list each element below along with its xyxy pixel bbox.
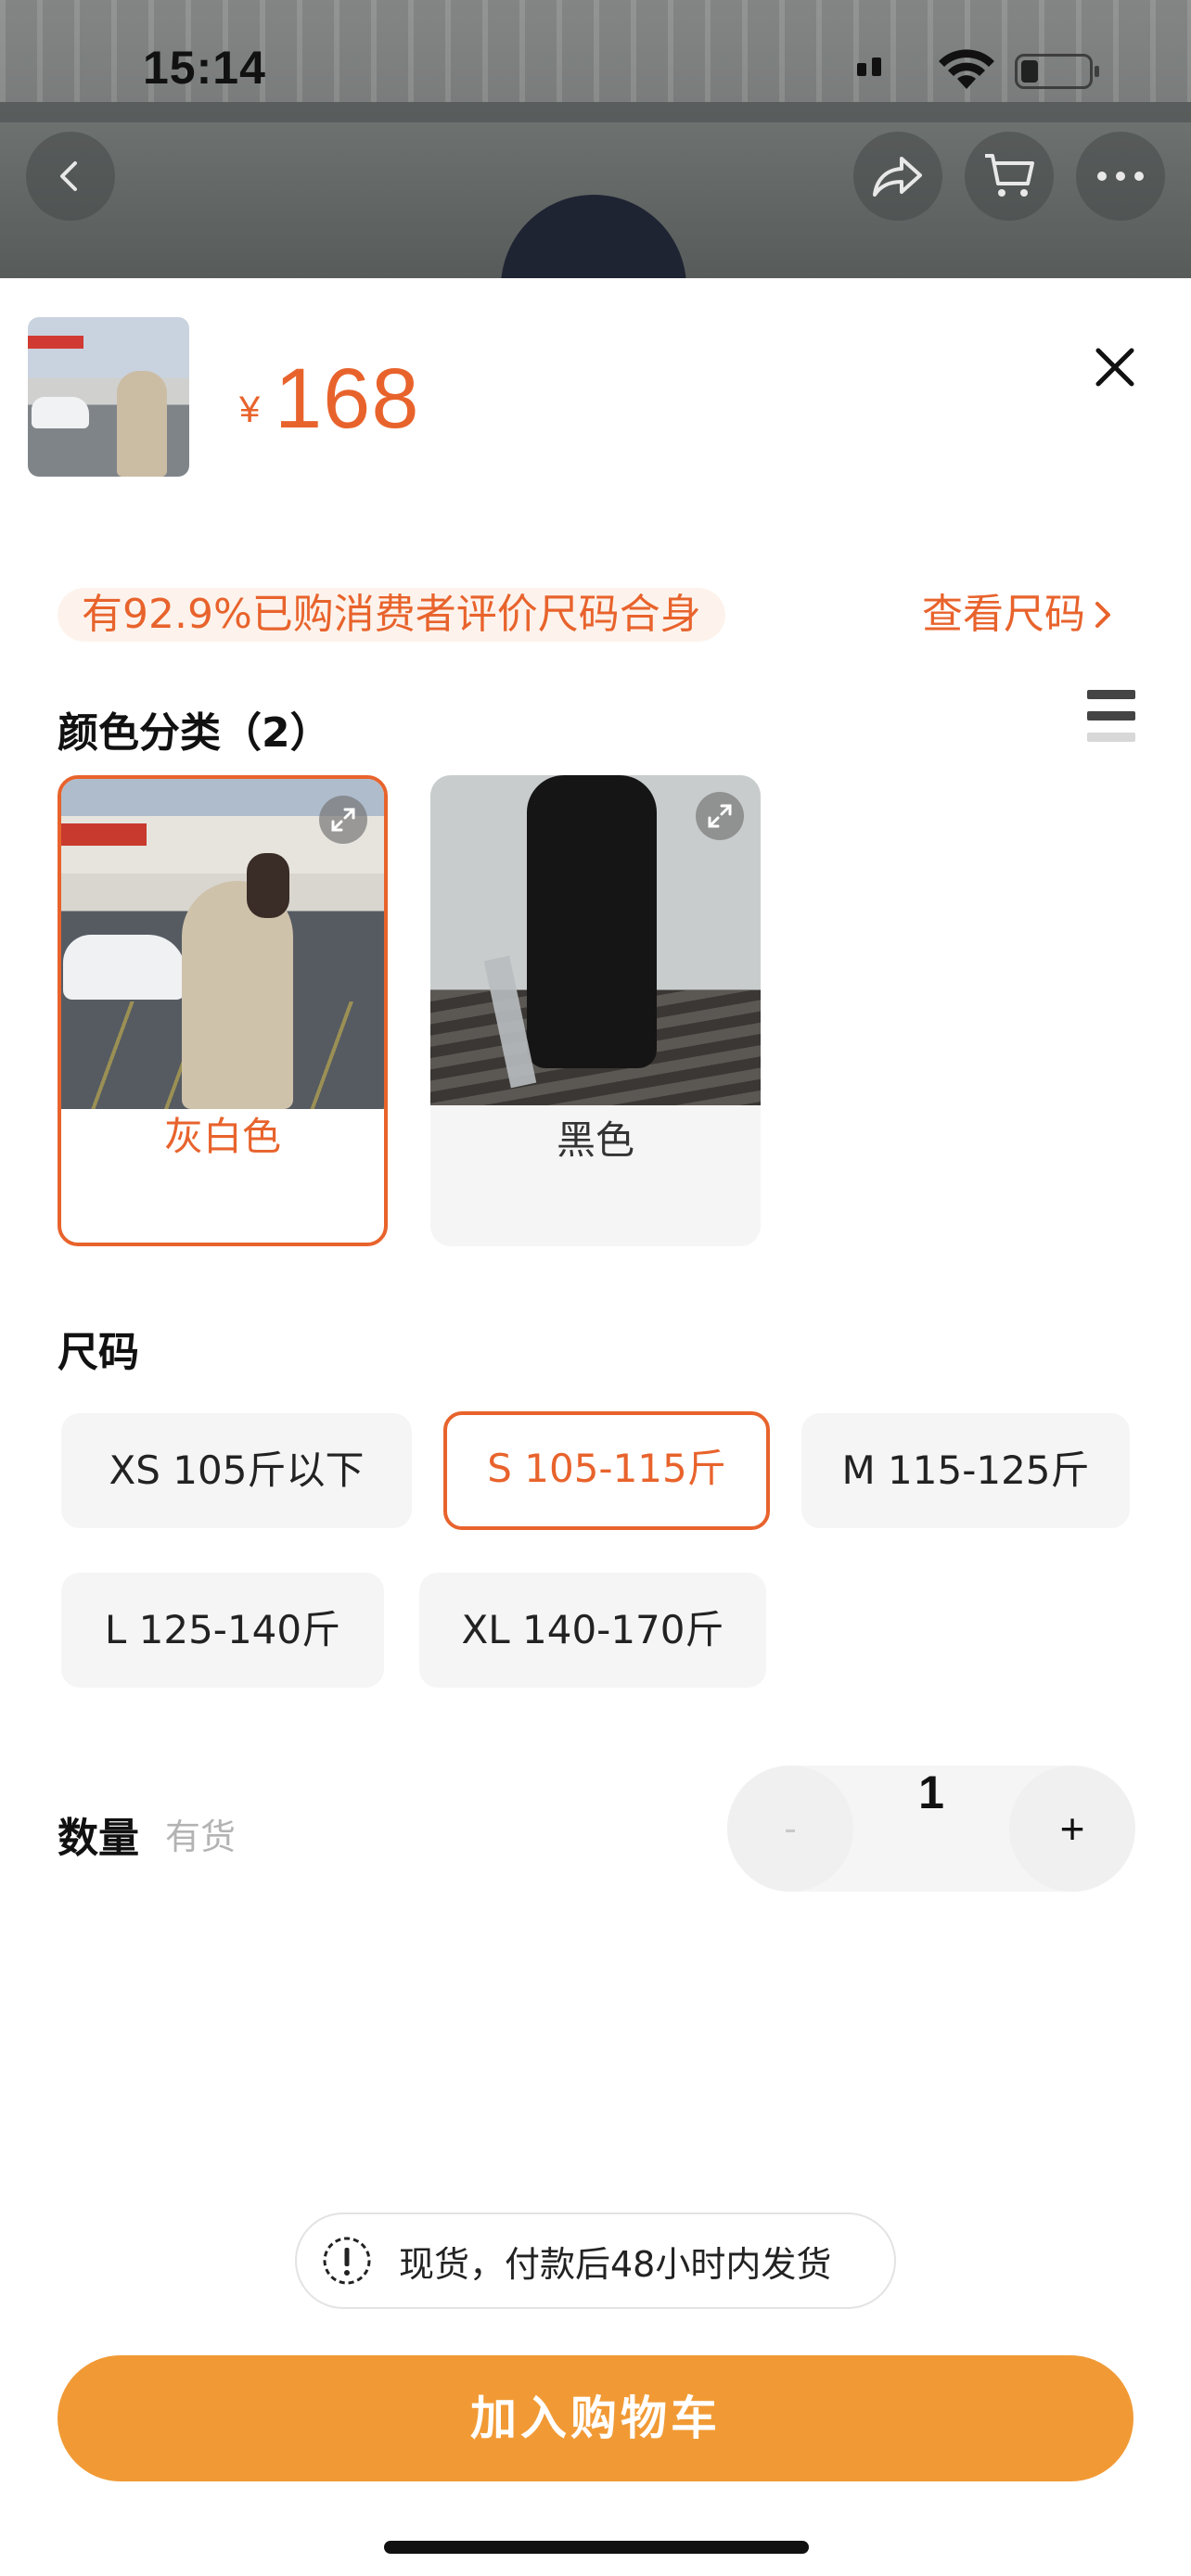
close-icon	[1095, 348, 1134, 387]
shipping-notice: 现货，付款后48小时内发货	[295, 2213, 896, 2309]
size-guide-label: 查看尺码	[922, 591, 1085, 638]
cart-icon	[985, 154, 1034, 197]
size-section-title: 尺码	[58, 1329, 139, 1376]
color-option-black[interactable]: 黑色	[430, 775, 761, 1246]
stock-status: 有货	[165, 1817, 237, 1857]
color-section-title: 颜色分类（2）	[58, 709, 331, 757]
cart-button[interactable]	[965, 132, 1054, 221]
size-option-m[interactable]: M 115-125斤	[801, 1413, 1130, 1528]
quantity-title: 数量	[58, 1815, 139, 1862]
more-dots-icon	[1097, 172, 1144, 181]
minus-icon: -	[784, 1807, 797, 1849]
shipping-notice-text: 现货，付款后48小时内发货	[399, 2243, 832, 2285]
price-value: 168	[275, 351, 420, 446]
close-button[interactable]	[1085, 338, 1145, 397]
color-option-grey-white[interactable]: 灰白色	[58, 775, 388, 1246]
size-guide-link[interactable]: 查看尺码	[922, 588, 1113, 642]
plus-icon: +	[1059, 1804, 1085, 1853]
price-currency: ¥	[239, 389, 261, 430]
share-icon	[873, 157, 922, 197]
size-option-l[interactable]: L 125-140斤	[61, 1573, 384, 1688]
size-option-xs[interactable]: XS 105斤以下	[61, 1413, 412, 1528]
chevron-left-icon	[60, 161, 77, 191]
quantity-stepper: - 1 +	[727, 1766, 1135, 1892]
selected-sku-thumbnail[interactable]	[28, 317, 189, 477]
background-dock	[0, 102, 1191, 122]
wifi-icon	[939, 49, 994, 89]
more-button[interactable]	[1076, 132, 1165, 221]
home-indicator	[384, 2541, 809, 2554]
share-button[interactable]	[853, 132, 942, 221]
color-option-label: 黑色	[556, 1117, 634, 1163]
add-to-cart-button[interactable]: 加入购物车	[58, 2355, 1133, 2481]
decrease-quantity-button[interactable]: -	[727, 1766, 853, 1892]
back-button[interactable]	[26, 132, 115, 221]
view-toggle-button[interactable]	[1087, 690, 1135, 742]
size-option-xl[interactable]: XL 140-170斤	[419, 1573, 766, 1688]
chevron-right-icon	[1095, 602, 1110, 628]
expand-icon[interactable]	[319, 796, 367, 844]
color-option-label: 灰白色	[163, 1114, 281, 1159]
signal-icon	[857, 57, 881, 76]
battery-icon	[1015, 54, 1099, 89]
status-time: 15:14	[143, 42, 266, 94]
quantity-value[interactable]: 1	[853, 1766, 1009, 1892]
exclamation-icon	[323, 2237, 371, 2285]
expand-icon[interactable]	[696, 792, 744, 840]
size-option-s[interactable]: S 105-115斤	[443, 1411, 770, 1530]
size-fit-banner: 有92.9%已购消费者评价尺码合身	[58, 588, 725, 642]
increase-quantity-button[interactable]: +	[1009, 1766, 1135, 1892]
